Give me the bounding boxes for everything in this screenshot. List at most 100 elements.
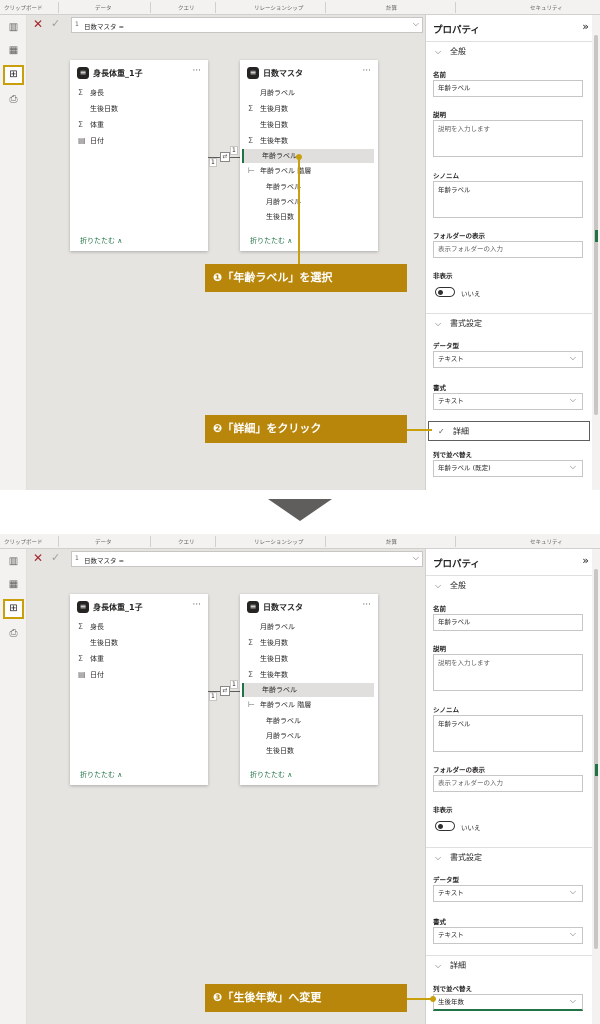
more-options-icon[interactable]: ··· <box>192 66 201 76</box>
field-item[interactable]: 生後日数 <box>240 652 368 666</box>
report-view-icon[interactable]: ▥ <box>6 555 21 569</box>
datatype-dropdown[interactable]: テキスト <box>433 351 583 368</box>
synonyms-input[interactable]: 年齢ラベル <box>433 715 583 752</box>
commit-icon[interactable]: ✓ <box>51 552 60 564</box>
hierarchy-icon: ⊢ <box>248 166 255 175</box>
datatype-dropdown[interactable]: テキスト <box>433 885 583 902</box>
field-item[interactable]: Σ 生後年数 <box>240 668 368 682</box>
callout-step3: ❸「生後年数」へ変更 <box>205 984 407 1012</box>
field-item[interactable]: ▤ 日付 <box>70 134 198 148</box>
more-options-icon[interactable]: ··· <box>362 600 371 610</box>
field-item[interactable]: Σ 体重 <box>70 118 198 132</box>
chevron-down-icon[interactable]: ⌵ <box>413 553 419 563</box>
hidden-toggle[interactable] <box>435 287 455 297</box>
more-options-icon[interactable]: ··· <box>192 600 201 610</box>
field-item[interactable]: Σ 身長 <box>70 86 198 100</box>
cancel-icon[interactable]: ✕ <box>33 18 43 30</box>
chevron-down-icon[interactable]: ⌵ <box>413 19 419 29</box>
dax-query-view-icon[interactable]: ⎙ <box>6 93 21 107</box>
ribbon-group-query[interactable]: クエリ <box>178 4 195 12</box>
hierarchy-level[interactable]: 年齢ラベル <box>240 180 368 194</box>
model-view-icon[interactable]: ⊞ <box>3 65 24 85</box>
view-rail: ▥ ▦ ⊞ ⎙ <box>0 549 27 1024</box>
relationship-line[interactable]: 1 ⇄ 1 <box>208 146 242 169</box>
hierarchy-level[interactable]: 年齢ラベル <box>240 714 368 728</box>
name-input[interactable]: 年齢ラベル <box>433 614 583 631</box>
hierarchy-level[interactable]: 生後日数 <box>240 744 368 758</box>
field-item[interactable]: 生後日数 <box>70 102 198 116</box>
scrollbar[interactable] <box>592 15 600 490</box>
hierarchy-item[interactable]: ⊢ 年齢ラベル 階層 <box>240 698 368 712</box>
ribbon-group-calc[interactable]: 計算 <box>386 538 397 546</box>
field-item[interactable]: 月齢ラベル <box>240 620 368 634</box>
field-item-selected[interactable]: 年齢ラベル <box>242 149 374 163</box>
ribbon-group-security[interactable]: セキュリティ <box>530 4 563 12</box>
relationship-line[interactable]: 1 ⇄ 1 <box>208 680 242 703</box>
ribbon-group-query[interactable]: クエリ <box>178 538 195 546</box>
more-options-icon[interactable]: ··· <box>362 66 371 76</box>
format-dropdown[interactable]: テキスト <box>433 393 583 410</box>
report-view-icon[interactable]: ▥ <box>6 21 21 35</box>
scrollbar[interactable] <box>592 549 600 1024</box>
hierarchy-level[interactable]: 月齢ラベル <box>240 729 368 743</box>
synonyms-input[interactable]: 年齢ラベル <box>433 181 583 218</box>
collapse-link[interactable]: 折りたたむ ∧ <box>80 770 122 780</box>
table-card-height-weight[interactable]: ≡ 身長体重_1子 ··· Σ 身長 生後日数 Σ 体重 ▤ 日付 折りたたむ ∧ <box>70 594 208 785</box>
collapse-pane-icon[interactable]: » <box>582 554 589 567</box>
collapse-link[interactable]: 折りたたむ ∧ <box>80 236 122 246</box>
description-input[interactable]: 説明を入力します <box>433 120 583 157</box>
table-card-days-master[interactable]: ≡ 日数マスタ ··· 月齢ラベル Σ 生後月数 生後日数 Σ 生後年数 年齢ラベル… <box>240 594 378 785</box>
hierarchy-level[interactable]: 生後日数 <box>240 210 368 224</box>
field-item[interactable]: Σ 生後月数 <box>240 102 368 116</box>
ribbon-group-data[interactable]: データ <box>95 538 112 546</box>
section-format[interactable]: ⌵ 書式設定 <box>426 313 593 333</box>
cancel-icon[interactable]: ✕ <box>33 552 43 564</box>
ribbon-group-clipboard[interactable]: クリップボード <box>4 538 43 546</box>
hidden-toggle[interactable] <box>435 821 455 831</box>
ribbon-group-relationship[interactable]: リレーションシップ <box>254 4 303 12</box>
section-format[interactable]: ⌵ 書式設定 <box>426 847 593 867</box>
name-input[interactable]: 年齢ラベル <box>433 80 583 97</box>
field-item[interactable]: 月齢ラベル <box>240 86 368 100</box>
field-item[interactable]: Σ 生後月数 <box>240 636 368 650</box>
description-input[interactable]: 説明を入力します <box>433 654 583 691</box>
field-item[interactable]: 生後日数 <box>240 118 368 132</box>
field-item[interactable]: Σ 生後年数 <box>240 134 368 148</box>
collapse-link[interactable]: 折りたたむ ∧ <box>250 770 292 780</box>
collapse-link[interactable]: 折りたたむ ∧ <box>250 236 292 246</box>
ribbon-group-clipboard[interactable]: クリップボード <box>4 4 43 12</box>
section-general[interactable]: ⌵ 全般 <box>426 575 593 595</box>
dax-query-view-icon[interactable]: ⎙ <box>6 627 21 641</box>
chevron-down-icon: ⌵ <box>435 47 442 56</box>
field-item[interactable]: 生後日数 <box>70 636 198 650</box>
commit-icon[interactable]: ✓ <box>51 18 60 30</box>
sortby-dropdown[interactable]: 年齢ラベル (既定) <box>433 460 583 477</box>
section-advanced[interactable]: ⌵ 詳細 <box>426 955 593 975</box>
table-card-height-weight[interactable]: ≡ 身長体重_1子 ··· Σ 身長 生後日数 Σ 体重 ▤ 日付 折りたたむ ∧ <box>70 60 208 251</box>
formula-input[interactable]: 1 日数マスタ = ⌵ <box>71 551 423 567</box>
ribbon-group-security[interactable]: セキュリティ <box>530 538 563 546</box>
formula-input[interactable]: 1 日数マスタ = ⌵ <box>71 17 423 33</box>
table-card-days-master[interactable]: ≡ 日数マスタ ··· 月齢ラベル Σ 生後月数 生後日数 Σ 生後年数 年齢ラベル… <box>240 60 378 251</box>
table-view-icon[interactable]: ▦ <box>6 578 21 592</box>
hierarchy-level[interactable]: 月齢ラベル <box>240 195 368 209</box>
section-advanced[interactable]: ✓ 詳細 <box>428 421 590 441</box>
folder-input[interactable]: 表示フォルダーの入力 <box>433 775 583 792</box>
chevron-right-icon: ✓ <box>438 427 445 436</box>
field-item[interactable]: ▤ 日付 <box>70 668 198 682</box>
model-view-icon[interactable]: ⊞ <box>3 599 24 619</box>
ribbon-group-relationship[interactable]: リレーションシップ <box>254 538 303 546</box>
hierarchy-item[interactable]: ⊢ 年齢ラベル 階層 <box>240 164 368 178</box>
folder-label: フォルダーの表示 <box>433 766 485 774</box>
collapse-pane-icon[interactable]: » <box>582 20 589 33</box>
sortby-dropdown[interactable]: 生後年数 <box>433 994 583 1011</box>
field-item[interactable]: Σ 身長 <box>70 620 198 634</box>
field-item-selected[interactable]: 年齢ラベル <box>242 683 374 697</box>
table-view-icon[interactable]: ▦ <box>6 44 21 58</box>
ribbon-group-data[interactable]: データ <box>95 4 112 12</box>
format-dropdown[interactable]: テキスト <box>433 927 583 944</box>
folder-input[interactable]: 表示フォルダーの入力 <box>433 241 583 258</box>
section-general[interactable]: ⌵ 全般 <box>426 41 593 61</box>
ribbon-group-calc[interactable]: 計算 <box>386 4 397 12</box>
field-item[interactable]: Σ 体重 <box>70 652 198 666</box>
